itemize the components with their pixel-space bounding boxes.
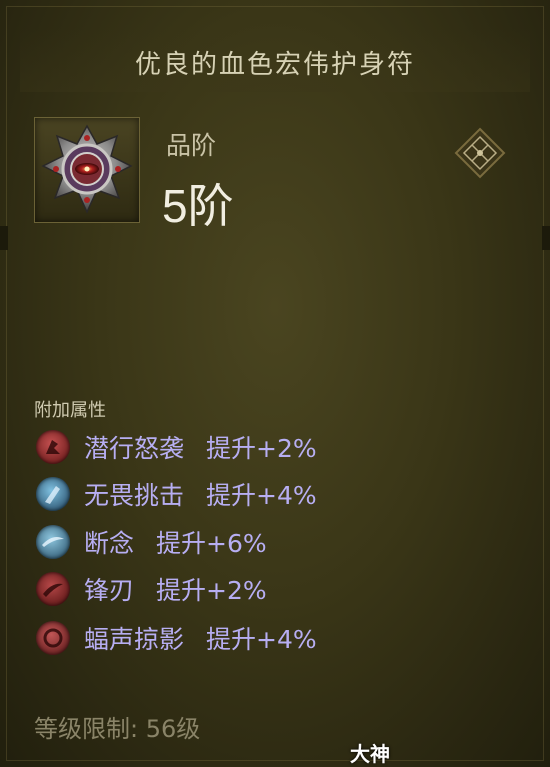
- affix-section-label: 附加属性: [34, 400, 106, 421]
- compare-diamond-icon[interactable]: [454, 127, 506, 179]
- red-skill-icon: [36, 572, 70, 606]
- affix-value: 提升+2%: [156, 576, 267, 605]
- blue-skill-icon: [36, 477, 70, 511]
- item-title: 优良的血色宏伟护身符: [134, 50, 415, 80]
- affix-row: 无畏挑击 提升+4%: [36, 474, 317, 514]
- item-tooltip-panel: 优良的血色宏伟护身符 品阶 5阶 附加属性 潜行怒袭 提升+2% 无畏挑击 提升…: [0, 0, 550, 767]
- blue-skill-icon: [36, 525, 70, 559]
- frame-notch-right: [542, 226, 550, 250]
- affix-row: 潜行怒袭 提升+2%: [36, 427, 317, 467]
- watermark-text: 大神: [350, 742, 390, 766]
- affix-name: 蝠声掠影: [84, 625, 185, 654]
- level-requirement: 等级限制: 56级: [34, 715, 201, 743]
- affix-value: 提升+4%: [206, 625, 317, 654]
- amulet-icon: [41, 124, 133, 214]
- frame-notch-left: [0, 226, 8, 250]
- affix-row: 断念 提升+6%: [36, 522, 267, 562]
- red-skill-icon: [36, 430, 70, 464]
- affix-value: 提升+2%: [206, 434, 317, 463]
- affix-name: 锋刃: [84, 576, 135, 605]
- affix-row: 锋刃 提升+2%: [36, 569, 267, 609]
- item-icon-frame: [34, 117, 140, 223]
- red-skill-icon: [36, 621, 70, 655]
- affix-value: 提升+6%: [156, 529, 267, 558]
- affix-row: 蝠声掠影 提升+4%: [36, 618, 317, 658]
- grade-value: 5阶: [162, 180, 234, 232]
- affix-value: 提升+4%: [206, 481, 317, 510]
- grade-label: 品阶: [166, 131, 217, 160]
- affix-name: 断念: [84, 529, 135, 558]
- affix-name: 无畏挑击: [84, 481, 185, 510]
- affix-name: 潜行怒袭: [84, 434, 185, 463]
